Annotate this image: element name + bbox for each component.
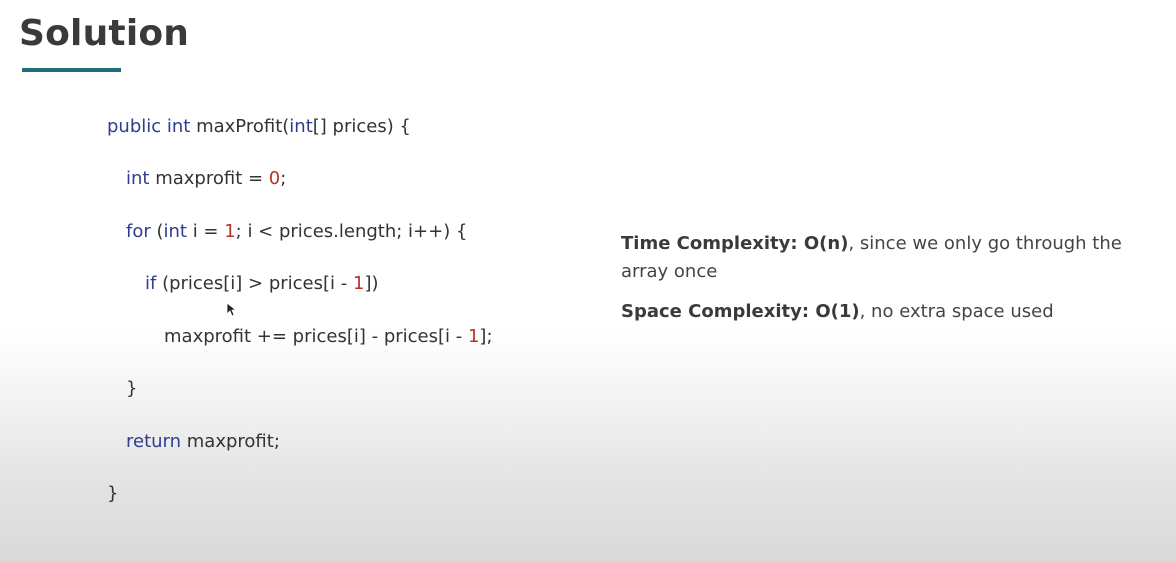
- code-token: int: [126, 168, 150, 189]
- complexity-notes: Time Complexity: O(n), since we only go …: [621, 230, 1141, 338]
- code-token: }: [126, 378, 138, 399]
- space-complexity-text: , no extra space used: [859, 301, 1054, 322]
- code-token: maxprofit += prices[i] - prices[i -: [164, 326, 468, 347]
- code-line: int maxprofit = 0;: [126, 164, 286, 194]
- title-underline: [22, 68, 121, 72]
- code-token: ;: [280, 168, 287, 189]
- time-complexity-label: Time Complexity: [621, 233, 791, 254]
- space-complexity-value: O(1): [815, 301, 860, 322]
- code-token: maxprofit =: [149, 168, 269, 189]
- code-token: (: [150, 221, 164, 242]
- code-token: if: [145, 273, 157, 294]
- code-token: (prices[i] > prices[i -: [156, 273, 353, 294]
- code-token: maxProfit(: [190, 116, 290, 137]
- time-complexity-note: Time Complexity: O(n), since we only go …: [621, 230, 1141, 286]
- code-token: }: [107, 483, 119, 504]
- space-complexity-label: Space Complexity: [621, 301, 802, 322]
- code-token: 0: [268, 168, 281, 189]
- code-token: 1: [352, 273, 365, 294]
- code-token: i =: [186, 221, 225, 242]
- space-complexity-note: Space Complexity: O(1), no extra space u…: [621, 298, 1141, 326]
- code-token: int: [163, 221, 187, 242]
- code-line: }: [126, 374, 137, 404]
- code-token: ; i < prices.length; i++) {: [235, 221, 468, 242]
- slide-title: Solution: [19, 13, 190, 54]
- code-token: ];: [479, 326, 493, 347]
- code-line: maxprofit += prices[i] - prices[i - 1];: [164, 322, 493, 352]
- code-token: 1: [224, 221, 236, 242]
- code-token: int: [289, 116, 313, 137]
- code-token: [] prices) {: [312, 116, 411, 137]
- code-token: ]): [364, 273, 379, 294]
- code-line: if (prices[i] > prices[i - 1]): [145, 269, 378, 299]
- code-line: for (int i = 1; i < prices.length; i++) …: [126, 217, 467, 247]
- code-token: for: [126, 221, 151, 242]
- time-complexity-value: O(n): [803, 233, 849, 254]
- time-complexity-colon: :: [790, 233, 804, 254]
- code-token: 1: [467, 326, 480, 347]
- code-line: return maxprofit;: [126, 427, 280, 457]
- code-token: public int: [107, 116, 191, 137]
- slide: Solution public int maxProfit(int[] pric…: [0, 0, 1176, 562]
- code-line: }: [107, 479, 118, 509]
- code-line: public int maxProfit(int[] prices) {: [107, 112, 411, 142]
- code-token: maxprofit;: [181, 431, 280, 452]
- mouse-pointer-icon: [226, 302, 236, 317]
- space-complexity-colon: :: [801, 301, 816, 322]
- code-token: return: [126, 431, 182, 452]
